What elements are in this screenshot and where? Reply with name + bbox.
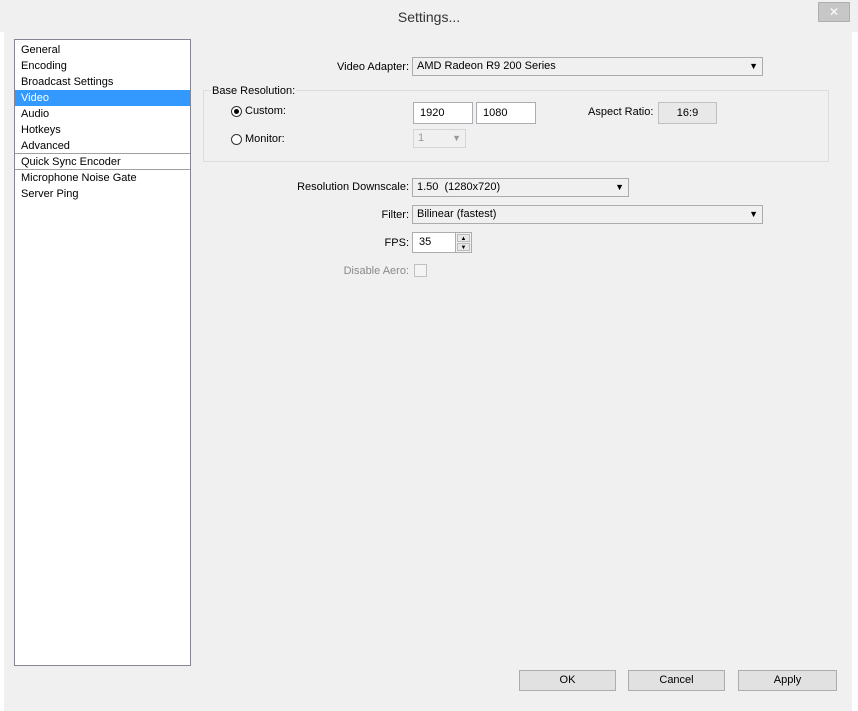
close-button[interactable]: ✕ <box>818 2 850 22</box>
settings-category-list[interactable]: General Encoding Broadcast Settings Vide… <box>14 39 191 666</box>
filter-label: Filter: <box>381 209 410 221</box>
chevron-down-icon: ▼ <box>749 61 758 71</box>
sidebar-item-general[interactable]: General <box>15 42 190 58</box>
chevron-down-icon: ▼ <box>452 133 461 143</box>
sidebar-item-encoding[interactable]: Encoding <box>15 58 190 74</box>
disable-aero-label: Disable Aero: <box>343 265 409 277</box>
filter-dropdown[interactable]: Bilinear (fastest) ▼ <box>412 205 763 224</box>
cancel-button[interactable]: Cancel <box>628 670 725 691</box>
apply-button[interactable]: Apply <box>738 670 837 691</box>
chevron-down-icon: ▼ <box>615 182 624 192</box>
base-resolution-label: Base Resolution: <box>211 85 297 97</box>
background-window-edge <box>852 32 858 711</box>
custom-label: Custom: <box>245 105 286 117</box>
resolution-downscale-dropdown[interactable]: 1.50 (1280x720) ▼ <box>412 178 629 197</box>
monitor-radio[interactable] <box>231 134 242 145</box>
monitor-label: Monitor: <box>245 133 285 145</box>
filter-value: Bilinear (fastest) <box>417 208 497 220</box>
sidebar-item-quick-sync-encoder[interactable]: Quick Sync Encoder <box>15 154 190 170</box>
fps-label: FPS: <box>384 237 409 249</box>
video-adapter-dropdown[interactable]: AMD Radeon R9 200 Series ▼ <box>412 57 763 76</box>
background-window-edge <box>0 32 4 711</box>
spin-down-icon[interactable]: ▼ <box>457 243 470 251</box>
fps-spinner[interactable]: ▲ ▼ <box>455 232 472 253</box>
custom-radio[interactable] <box>231 106 242 117</box>
resolution-downscale-value: 1.50 (1280x720) <box>417 181 501 193</box>
monitor-dropdown[interactable]: 1 ▼ <box>413 129 466 148</box>
chevron-down-icon: ▼ <box>749 209 758 219</box>
video-adapter-value: AMD Radeon R9 200 Series <box>417 60 556 72</box>
spin-up-icon[interactable]: ▲ <box>457 234 470 242</box>
sidebar-item-server-ping[interactable]: Server Ping <box>15 186 190 202</box>
radio-selected-dot <box>234 109 239 114</box>
sidebar-item-microphone-noise-gate[interactable]: Microphone Noise Gate <box>15 170 190 186</box>
aspect-ratio-value: 16:9 <box>658 102 717 124</box>
close-icon: ✕ <box>828 5 840 19</box>
video-adapter-label: Video Adapter: <box>337 61 409 73</box>
base-resolution-group <box>203 90 829 162</box>
resolution-downscale-label: Resolution Downscale: <box>297 181 409 193</box>
sidebar-item-video[interactable]: Video <box>15 90 190 106</box>
sidebar-item-advanced[interactable]: Advanced <box>15 138 190 154</box>
base-height-input[interactable]: 1080 <box>476 102 536 124</box>
sidebar-item-audio[interactable]: Audio <box>15 106 190 122</box>
aspect-ratio-label: Aspect Ratio: <box>588 106 654 118</box>
monitor-value: 1 <box>418 132 425 144</box>
window-title: Settings... <box>397 9 461 25</box>
disable-aero-checkbox[interactable] <box>414 264 427 277</box>
base-width-input[interactable]: 1920 <box>413 102 473 124</box>
ok-button[interactable]: OK <box>519 670 616 691</box>
sidebar-item-hotkeys[interactable]: Hotkeys <box>15 122 190 138</box>
fps-input[interactable]: 35 <box>412 232 456 253</box>
sidebar-item-broadcast-settings[interactable]: Broadcast Settings <box>15 74 190 90</box>
